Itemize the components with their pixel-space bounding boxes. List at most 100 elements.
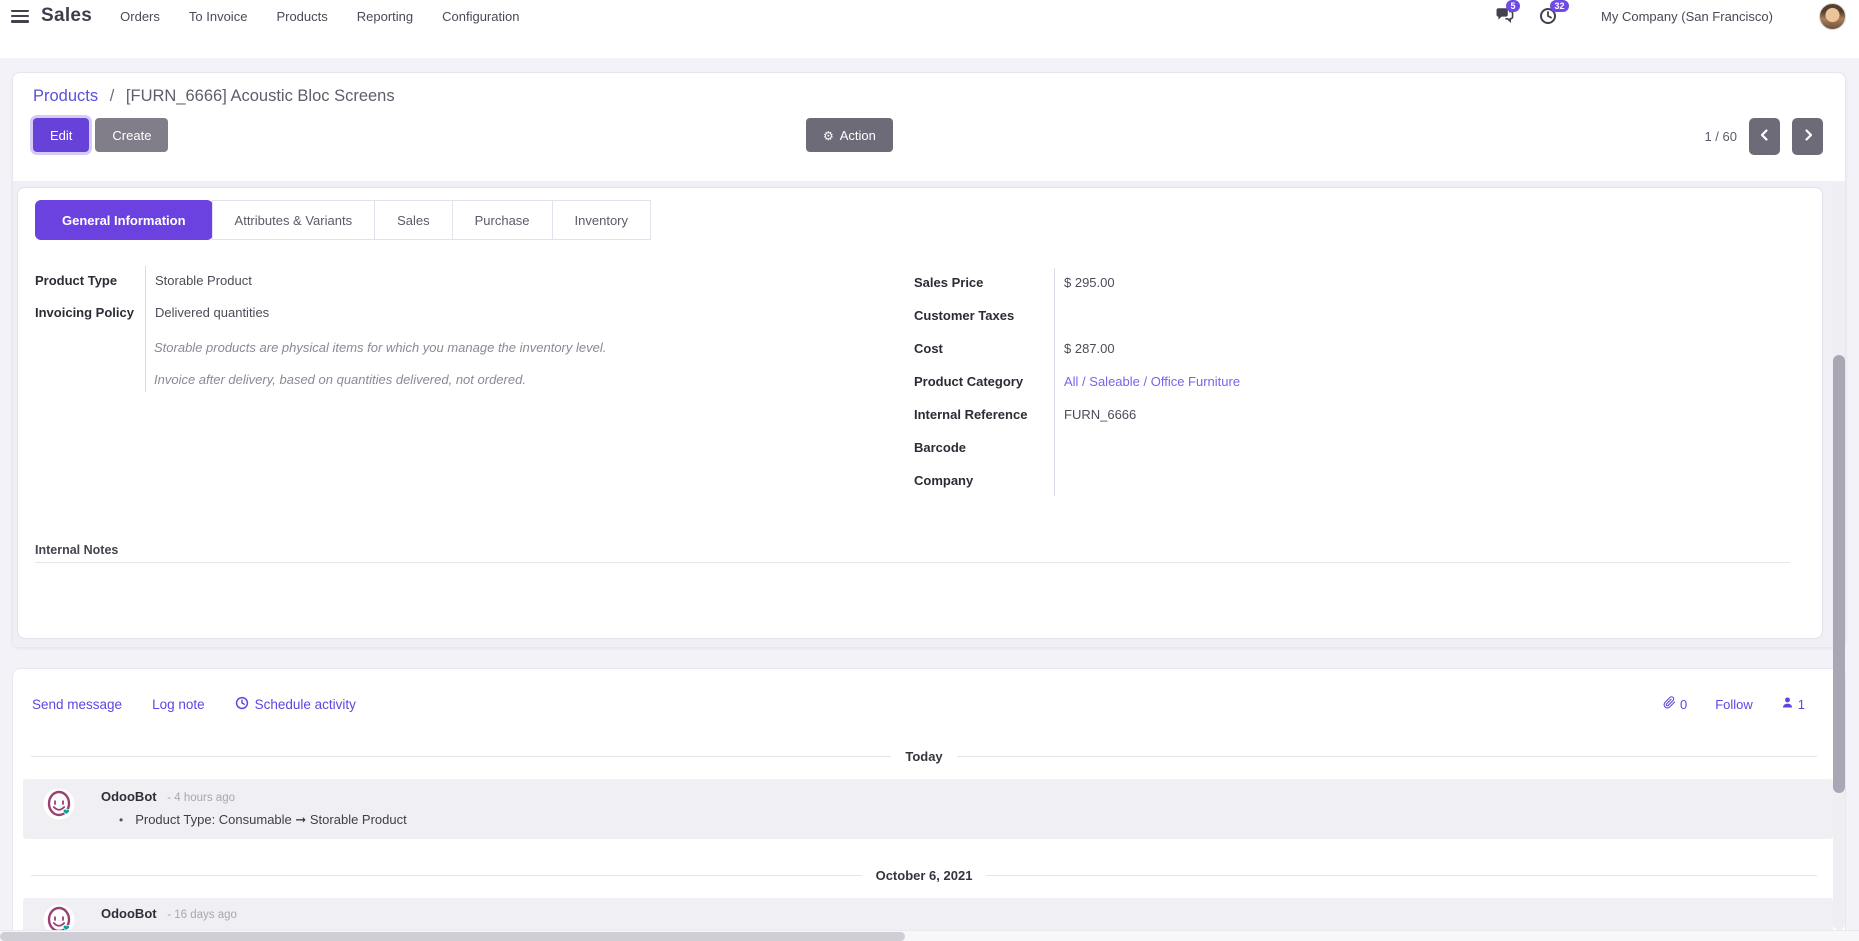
field-label: Barcode [914,440,1054,455]
internal-notes-section: Internal Notes [35,543,1790,563]
tab-purchase[interactable]: Purchase [452,200,553,240]
field-customer-taxes: Customer Taxes [914,299,1394,332]
tab-general-information[interactable]: General Information [35,200,213,240]
breadcrumb: Products / [FURN_6666] Acoustic Bloc Scr… [33,87,395,106]
messages-count-badge: 5 [1506,0,1520,12]
create-button[interactable]: Create [95,118,168,152]
breadcrumb-products-link[interactable]: Products [33,87,98,105]
message-timestamp: - 4 hours ago [167,792,235,804]
followers-button[interactable]: 1 [1781,696,1805,712]
horizontal-scrollbar[interactable] [0,930,1859,941]
menu-item-products[interactable]: Products [276,9,327,24]
navbar-row: Sales Orders To Invoice Products Reporti… [0,0,1859,32]
date-divider-label: Today [905,749,942,764]
field-help-notes: Storable products are physical items for… [154,340,735,387]
tab-inventory[interactable]: Inventory [552,200,651,240]
followers-count: 1 [1798,697,1805,712]
top-navbar: Sales Orders To Invoice Products Reporti… [0,0,1859,58]
vertical-scrollbar[interactable] [1833,183,1845,930]
record-pager: 1 / 60 [1704,118,1823,155]
field-label: Product Type [35,273,145,288]
field-internal-reference: Internal Reference FURN_6666 [914,398,1394,431]
message-author[interactable]: OdooBot [101,789,157,804]
attachments-count: 0 [1680,697,1687,712]
message-author[interactable]: OdooBot [101,906,157,921]
field-cost: Cost $ 287.00 [914,332,1394,365]
date-divider-october: October 6, 2021 [31,868,1817,883]
form-sheet: General Information Attributes & Variant… [17,187,1823,639]
activities-icon[interactable]: 32 [1539,7,1561,25]
product-category-link[interactable]: All / Saleable / Office Furniture [1054,374,1240,389]
form-view-panel: Products / [FURN_6666] Acoustic Bloc Scr… [12,72,1846,648]
tab-sales[interactable]: Sales [374,200,453,240]
send-message-button[interactable]: Send message [32,697,122,712]
field-barcode: Barcode [914,431,1394,464]
messages-icon[interactable]: 5 [1495,7,1517,25]
menu-item-reporting[interactable]: Reporting [357,9,413,24]
chatter-toolbar: Send message Log note Schedule activity … [32,693,1805,715]
field-label: Internal Reference [914,407,1054,422]
odoo-app: Sales Orders To Invoice Products Reporti… [0,0,1859,941]
field-company: Company [914,464,1394,497]
field-label: Invoicing Policy [35,305,145,320]
field-value[interactable]: Delivered quantities [145,305,269,320]
vertical-scrollbar-thumb[interactable] [1833,355,1845,793]
pager-next-button[interactable] [1792,118,1823,155]
message-body: Product Type: Consumable ➞ Storable Prod… [119,812,407,828]
field-separator-line [145,266,146,392]
person-icon [1781,696,1794,712]
field-value[interactable]: $ 287.00 [1054,341,1115,356]
date-divider-today: Today [31,749,1817,764]
chevron-right-icon [1801,128,1815,145]
field-label: Product Category [914,374,1054,389]
user-avatar[interactable] [1819,3,1846,30]
pager-previous-button[interactable] [1749,118,1780,155]
field-label: Cost [914,341,1054,356]
attachments-button[interactable]: 0 [1663,696,1687,712]
chatter-message-today[interactable]: OdooBot - 4 hours ago Product Type: Cons… [23,779,1833,839]
left-field-group: Product Type Storable Product Invoicing … [35,264,735,404]
notebook-tabs: General Information Attributes & Variant… [35,200,651,240]
field-value[interactable]: $ 295.00 [1054,275,1115,290]
bullet-icon [119,812,135,827]
right-field-group: Sales Price $ 295.00 Customer Taxes Cost… [914,266,1394,497]
menu-item-configuration[interactable]: Configuration [442,9,519,24]
edit-button[interactable]: Edit [33,118,89,152]
app-title[interactable]: Sales [41,5,92,27]
clock-icon [235,696,249,713]
action-button[interactable]: Action [806,118,893,152]
chatter-meta: 0 Follow 1 [1663,696,1805,712]
field-value[interactable]: FURN_6666 [1054,407,1136,422]
field-product-type: Product Type Storable Product [35,264,735,296]
field-label: Company [914,473,1054,488]
form-area: General Information Attributes & Variant… [13,181,1845,647]
horizontal-scrollbar-thumb[interactable] [0,932,905,941]
field-label: Sales Price [914,275,1054,290]
date-divider-label: October 6, 2021 [876,868,973,883]
tab-attributes-variants[interactable]: Attributes & Variants [212,200,376,240]
company-switcher[interactable]: My Company (San Francisco) [1601,9,1773,24]
apps-menu-icon[interactable] [11,10,29,23]
systray: 5 32 My Company (San Francisco) [1495,3,1859,30]
message-timestamp: - 16 days ago [167,909,237,921]
field-invoicing-policy: Invoicing Policy Delivered quantities [35,296,735,328]
field-value[interactable]: Storable Product [145,273,252,288]
odoobot-avatar [43,788,75,820]
invoicing-help-note: Invoice after delivery, based on quantit… [154,372,735,387]
schedule-activity-button[interactable]: Schedule activity [235,696,356,713]
message-header: OdooBot - 16 days ago [101,906,237,921]
internal-notes-rule [35,562,1790,563]
menu-item-orders[interactable]: Orders [120,9,160,24]
internal-notes-label: Internal Notes [35,543,1790,557]
storable-help-note: Storable products are physical items for… [154,340,735,355]
field-label: Customer Taxes [914,308,1054,323]
follow-button[interactable]: Follow [1715,697,1753,712]
control-panel-buttons: Edit Create [33,118,168,152]
breadcrumb-current-record: [FURN_6666] Acoustic Bloc Screens [126,87,395,105]
menu-item-to-invoice[interactable]: To Invoice [189,9,248,24]
main-menu: Orders To Invoice Products Reporting Con… [120,9,519,24]
schedule-activity-label: Schedule activity [255,697,356,712]
log-note-button[interactable]: Log note [152,697,205,712]
breadcrumb-separator: / [110,87,115,105]
field-product-category: Product Category All / Saleable / Office… [914,365,1394,398]
